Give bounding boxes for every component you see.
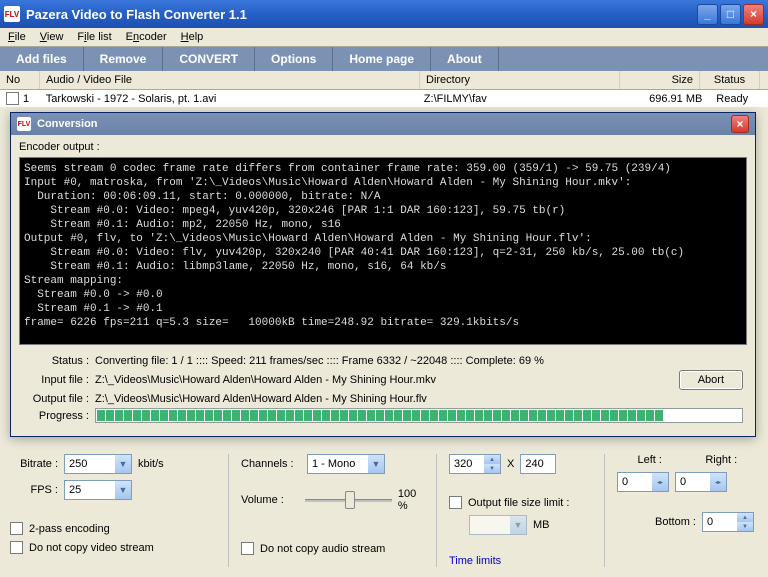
about-button[interactable]: About [431,47,499,71]
close-button[interactable]: × [743,4,764,25]
window-title: Pazera Video to Flash Converter 1.1 [26,7,697,22]
no-audio-label: Do not copy audio stream [260,543,385,555]
time-limits-link[interactable]: Time limits [449,555,596,567]
file-list-header: No Audio / Video File Directory Size Sta… [0,71,768,90]
bottom-spinner[interactable]: ▲▼ [702,512,754,532]
encoder-output-label: Encoder output : [19,139,747,157]
chevron-down-icon[interactable]: ▼ [115,455,131,473]
chevron-down-icon[interactable]: ▼ [368,455,384,473]
fps-combo[interactable]: ▼ [64,480,132,500]
row-file: Tarkowski - 1972 - Solaris, pt. 1.avi [46,93,424,105]
height-input[interactable] [521,455,555,473]
left-input[interactable] [618,473,652,491]
status-value: Converting file: 1 / 1 :::: Speed: 211 f… [95,355,743,367]
volume-value: 100 % [398,488,428,512]
width-input[interactable] [450,455,484,473]
col-dir[interactable]: Directory [420,71,620,89]
output-file-value: Z:\_Videos\Music\Howard Alden\Howard Ald… [95,393,743,405]
row-status: Ready [702,93,762,105]
bitrate-unit: kbit/s [138,458,164,470]
no-video-label: Do not copy video stream [29,542,154,554]
col-status[interactable]: Status [700,71,760,89]
bottom-input[interactable] [703,513,737,531]
status-label: Status : [23,355,95,367]
bitrate-label: Bitrate : [10,458,58,470]
input-file-value: Z:\_Videos\Music\Howard Alden\Howard Ald… [95,374,669,386]
home-page-button[interactable]: Home page [333,47,431,71]
volume-slider[interactable] [305,490,392,510]
remove-button[interactable]: Remove [84,47,164,71]
channels-label: Channels : [241,458,301,470]
col-no[interactable]: No [0,71,40,89]
minimize-button[interactable]: _ [697,4,718,25]
chevron-down-icon[interactable]: ▼ [115,481,131,499]
bottom-label: Bottom : [655,516,696,528]
conversion-icon: FLV [17,117,31,131]
mb-label: MB [533,519,550,531]
right-spinner[interactable]: ◂▸ [675,472,727,492]
menu-help[interactable]: Help [181,31,204,43]
left-label: Left : [617,454,683,466]
toolbar: Add files Remove CONVERT Options Home pa… [0,47,768,71]
output-file-label: Output file : [23,393,95,405]
channels-input[interactable] [308,455,368,473]
channels-combo[interactable]: ▼ [307,454,385,474]
fps-label: FPS : [10,484,58,496]
bitrate-combo[interactable]: ▼ [64,454,132,474]
settings-area: Bitrate : ▼ kbit/s FPS : ▼ 2-pass encodi… [0,450,768,577]
width-spinner[interactable]: ▲▼ [449,454,501,474]
col-file[interactable]: Audio / Video File [40,71,420,89]
menu-filelist[interactable]: File list [77,31,111,43]
left-spinner[interactable]: ◂▸ [617,472,669,492]
bitrate-input[interactable] [65,455,115,473]
conversion-title: Conversion [37,118,731,130]
menubar: File View File list Encoder Help [0,28,768,47]
filesize-checkbox[interactable] [449,496,462,509]
add-files-button[interactable]: Add files [0,47,84,71]
row-no: 1 [23,93,29,105]
volume-label: Volume : [241,494,299,506]
twopass-checkbox[interactable] [10,522,23,535]
height-spinner[interactable] [520,454,556,474]
conversion-dialog: FLV Conversion × Encoder output : Seems … [10,112,756,437]
row-checkbox[interactable] [6,92,19,105]
encoder-console: Seems stream 0 codec frame rate differs … [19,157,747,345]
progress-label: Progress : [23,410,95,422]
no-audio-checkbox[interactable] [241,542,254,555]
file-row[interactable]: 1 Tarkowski - 1972 - Solaris, pt. 1.avi … [0,90,768,108]
twopass-label: 2-pass encoding [29,523,110,535]
options-button[interactable]: Options [255,47,333,71]
right-label: Right : [689,454,755,466]
input-file-label: Input file : [23,374,95,386]
conversion-close-button[interactable]: × [731,115,749,133]
menu-view[interactable]: View [40,31,64,43]
row-size: 696.91 MB [623,93,703,105]
abort-button[interactable]: Abort [679,370,743,390]
fps-input[interactable] [65,481,115,499]
conversion-titlebar: FLV Conversion × [11,113,755,135]
chevron-down-icon: ▼ [510,516,526,534]
progress-bar [95,408,743,423]
menu-encoder[interactable]: Encoder [126,31,167,43]
menu-file[interactable]: File [8,31,26,43]
row-dir: Z:\FILMY\fav [424,93,623,105]
convert-button[interactable]: CONVERT [163,47,255,71]
maximize-button[interactable]: □ [720,4,741,25]
main-titlebar: FLV Pazera Video to Flash Converter 1.1 … [0,0,768,28]
no-video-checkbox[interactable] [10,541,23,554]
right-input[interactable] [676,473,710,491]
col-size[interactable]: Size [620,71,700,89]
filesize-label: Output file size limit : [468,497,569,509]
x-label: X [507,458,514,470]
app-icon: FLV [4,6,20,22]
filesize-combo: ▼ [469,515,527,535]
